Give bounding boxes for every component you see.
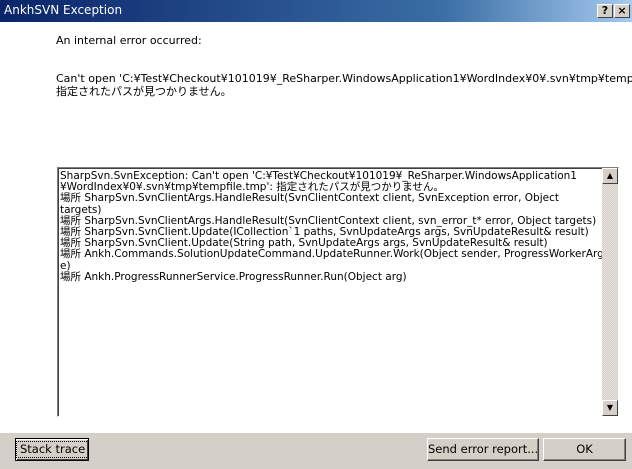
error-message: Can't open 'C:¥Test¥Checkout¥101019¥_ReS… (56, 72, 632, 98)
stack-trace-text: SharpSvn.SvnException: Can't open 'C:¥Te… (60, 170, 610, 283)
exception-dialog: AnkhSVN Exception ? × An internal error … (0, 0, 632, 469)
stack-trace-button[interactable]: Stack trace (15, 438, 90, 461)
scroll-down-button[interactable]: ▼ (602, 400, 618, 416)
ok-button[interactable]: OK (543, 438, 626, 461)
window-title: AnkhSVN Exception (4, 3, 123, 17)
arrow-up-icon: ▲ (606, 171, 614, 180)
dialog-content: An internal error occurred: Can't open '… (0, 22, 632, 433)
trace-line: 場所 Ankh.ProgressRunnerService.ProgressRu… (60, 270, 407, 283)
close-button[interactable]: × (614, 4, 630, 18)
send-error-report-button[interactable]: Send error report... (427, 438, 539, 461)
button-bar: Stack trace Send error report... OK (0, 433, 632, 469)
title-bar[interactable]: AnkhSVN Exception ? × (0, 0, 632, 22)
stack-trace-textbox[interactable]: SharpSvn.SvnException: Can't open 'C:¥Te… (57, 167, 619, 417)
trace-line: 場所 SharpSvn.SvnClientArgs.HandleResult(S… (60, 192, 559, 205)
help-button[interactable]: ? (597, 4, 613, 18)
help-icon: ? (601, 4, 609, 17)
error-line-1: Can't open 'C:¥Test¥Checkout¥101019¥_ReS… (56, 72, 632, 85)
arrow-down-icon: ▼ (606, 403, 614, 412)
stack-trace-button-label: Stack trace (16, 441, 90, 458)
trace-line: 場所 Ankh.Commands.SolutionUpdateCommand.U… (60, 248, 610, 261)
vertical-scrollbar[interactable]: ▲ ▼ (602, 168, 618, 416)
intro-message: An internal error occurred: (56, 34, 202, 47)
close-icon: × (617, 4, 627, 17)
error-line-2: 指定されたパスが見つかりません。 (56, 85, 232, 98)
scroll-up-button[interactable]: ▲ (602, 168, 618, 184)
